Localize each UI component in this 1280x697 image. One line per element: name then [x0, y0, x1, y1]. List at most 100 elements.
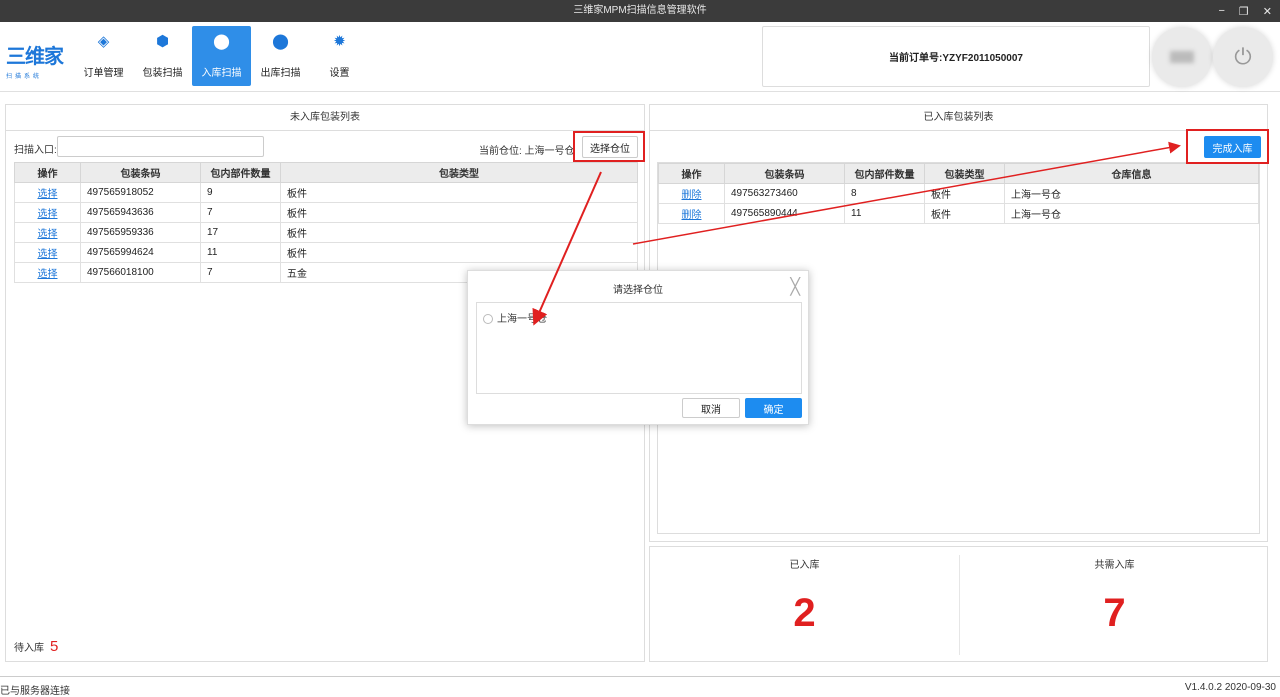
select-location-dialog: 请选择仓位 ╳ 上海一号仓 取消 确定: [467, 270, 809, 425]
table-cell: 上海一号仓: [1004, 203, 1259, 224]
annotation-box-finish-inbound: [1186, 129, 1269, 164]
status-bar: 已与服务器连接 V1.4.0.2 2020-09-30: [0, 676, 1280, 697]
window-titlebar: 三维家MPM扫描信息管理软件 − ❐ ✕: [0, 0, 1280, 22]
select-link[interactable]: 选择: [38, 269, 58, 280]
nav-label: 入库扫描: [201, 68, 242, 79]
annotation-box-select-location: [573, 131, 645, 162]
close-icon[interactable]: ╳: [790, 277, 800, 297]
table-cell: 7: [200, 202, 281, 223]
pending-table: 操作 包装条码 包内部件数量 包装类型 选择 497565918052 9 板件 选择 4…: [14, 162, 638, 283]
stats-panel: 已入库 2 共需入库 7: [649, 546, 1268, 662]
layers-icon: ◈: [97, 33, 110, 50]
inbound-done-count: 2: [793, 591, 816, 635]
pending-label: 待入库: [14, 643, 44, 654]
window-controls: − ❐ ✕: [1218, 0, 1272, 22]
table-cell: 497563273460: [724, 183, 845, 204]
table-cell: 497565959336: [80, 222, 201, 243]
gear-icon: ✹: [333, 33, 346, 50]
col-barcode: 包装条码: [80, 162, 201, 183]
app-header: 三维家 扫描系统 ◈ 订单管理 ⬢ 包装扫描 ⬤ 入库扫描 ⬤ 出库扫描 ✹ 设…: [0, 22, 1280, 92]
table-cell: 板件: [280, 202, 638, 223]
nav-package-scan[interactable]: ⬢ 包装扫描: [133, 26, 192, 86]
current-location: 当前仓位: 上海一号仓: [479, 146, 575, 157]
dialog-title: 请选择仓位: [613, 285, 663, 296]
brand-logo: 三维家 扫描系统: [6, 40, 68, 80]
table-cell: 8: [844, 183, 925, 204]
table-cell: 497565943636: [80, 202, 201, 223]
pending-summary: 待入库 5: [14, 638, 58, 655]
col-warehouse-info: 仓库信息: [1004, 163, 1259, 184]
col-part-count: 包内部件数量: [200, 162, 281, 183]
avatar[interactable]: [1152, 27, 1212, 87]
action-cell: 删除: [658, 183, 725, 204]
nav-settings[interactable]: ✹ 设置: [310, 26, 369, 86]
box-icon: ⬢: [155, 33, 170, 50]
inbound-done-label: 已入库: [789, 560, 820, 571]
table-cell: 11: [200, 242, 281, 263]
connection-status: 已与服务器连接: [0, 686, 70, 697]
version-info: V1.4.0.2 2020-09-30: [1184, 682, 1276, 693]
window-title: 三维家MPM扫描信息管理软件: [573, 5, 707, 16]
power-icon[interactable]: ⏻: [1213, 27, 1273, 87]
action-cell: 选择: [14, 182, 81, 203]
logo-subtitle: 扫描系统: [6, 74, 43, 80]
col-package-type: 包装类型: [924, 163, 1005, 184]
pending-count: 5: [50, 638, 59, 655]
table-cell: 7: [200, 262, 281, 283]
col-part-count: 包内部件数量: [844, 163, 925, 184]
table-cell: 497565918052: [80, 182, 201, 203]
inbound-icon: ⬤: [213, 33, 230, 50]
nav-label: 包装扫描: [142, 68, 183, 79]
col-package-type: 包装类型: [280, 162, 638, 183]
nav-order-management[interactable]: ◈ 订单管理: [74, 26, 133, 86]
inbound-table: 操作 包装条码 包内部件数量 包装类型 仓库信息 删除 497563273460 8…: [658, 163, 1259, 224]
table-row: 选择 497565918052 9 板件: [14, 182, 638, 203]
current-order-number: 当前订单号:YZYF2011050007: [762, 26, 1150, 87]
table-cell: 板件: [280, 222, 638, 243]
restore-icon[interactable]: ❐: [1239, 5, 1249, 18]
outbound-icon: ⬤: [272, 33, 289, 50]
location-option[interactable]: 上海一号仓: [483, 310, 547, 325]
select-link[interactable]: 选择: [38, 189, 58, 200]
logo-brand: 三维家: [6, 46, 64, 68]
select-link[interactable]: 选择: [38, 249, 58, 260]
table-row: 删除 497565890444 11 板件 上海一号仓: [658, 203, 1259, 224]
table-row: 选择 497565959336 17 板件: [14, 222, 638, 243]
nav-inbound-scan[interactable]: ⬤ 入库扫描: [192, 26, 251, 86]
radio-icon[interactable]: [483, 314, 493, 325]
table-cell: 17: [200, 222, 281, 243]
nav-label: 设置: [329, 68, 350, 79]
main-nav: ◈ 订单管理 ⬢ 包装扫描 ⬤ 入库扫描 ⬤ 出库扫描 ✹ 设置: [74, 26, 369, 86]
close-icon[interactable]: ✕: [1263, 5, 1272, 18]
select-link[interactable]: 选择: [38, 229, 58, 240]
nav-label: 订单管理: [83, 68, 124, 79]
delete-link[interactable]: 删除: [682, 210, 702, 221]
table-row: 选择 497565943636 7 板件: [14, 202, 638, 223]
col-action: 操作: [14, 162, 81, 183]
table-cell: 板件: [280, 242, 638, 263]
inbound-total-label: 共需入库: [1094, 560, 1135, 571]
action-cell: 选择: [14, 262, 81, 283]
select-link[interactable]: 选择: [38, 209, 58, 220]
scan-input-label: 扫描入口:: [14, 145, 57, 156]
nav-label: 出库扫描: [260, 68, 301, 79]
nav-outbound-scan[interactable]: ⬤ 出库扫描: [251, 26, 310, 86]
table-cell: 9: [200, 182, 281, 203]
cancel-button[interactable]: 取消: [682, 398, 740, 418]
action-cell: 选择: [14, 222, 81, 243]
table-row: 选择 497565994624 11 板件: [14, 242, 638, 263]
delete-link[interactable]: 删除: [682, 190, 702, 201]
table-cell: 板件: [924, 203, 1005, 224]
table-cell: 497565994624: [80, 242, 201, 263]
confirm-button[interactable]: 确定: [745, 398, 802, 418]
minimize-icon[interactable]: −: [1218, 5, 1224, 17]
table-cell: 板件: [924, 183, 1005, 204]
panel-title: 已入库包装列表: [650, 105, 1267, 131]
panel-title: 未入库包装列表: [6, 105, 644, 131]
table-cell: 497565890444: [724, 203, 845, 224]
location-option-list: 上海一号仓: [476, 302, 802, 394]
scan-input[interactable]: [57, 136, 264, 157]
action-cell: 选择: [14, 202, 81, 223]
action-cell: 选择: [14, 242, 81, 263]
pending-table-wrap: 操作 包装条码 包内部件数量 包装类型 选择 497565918052 9 板件 选择 4…: [14, 162, 638, 283]
